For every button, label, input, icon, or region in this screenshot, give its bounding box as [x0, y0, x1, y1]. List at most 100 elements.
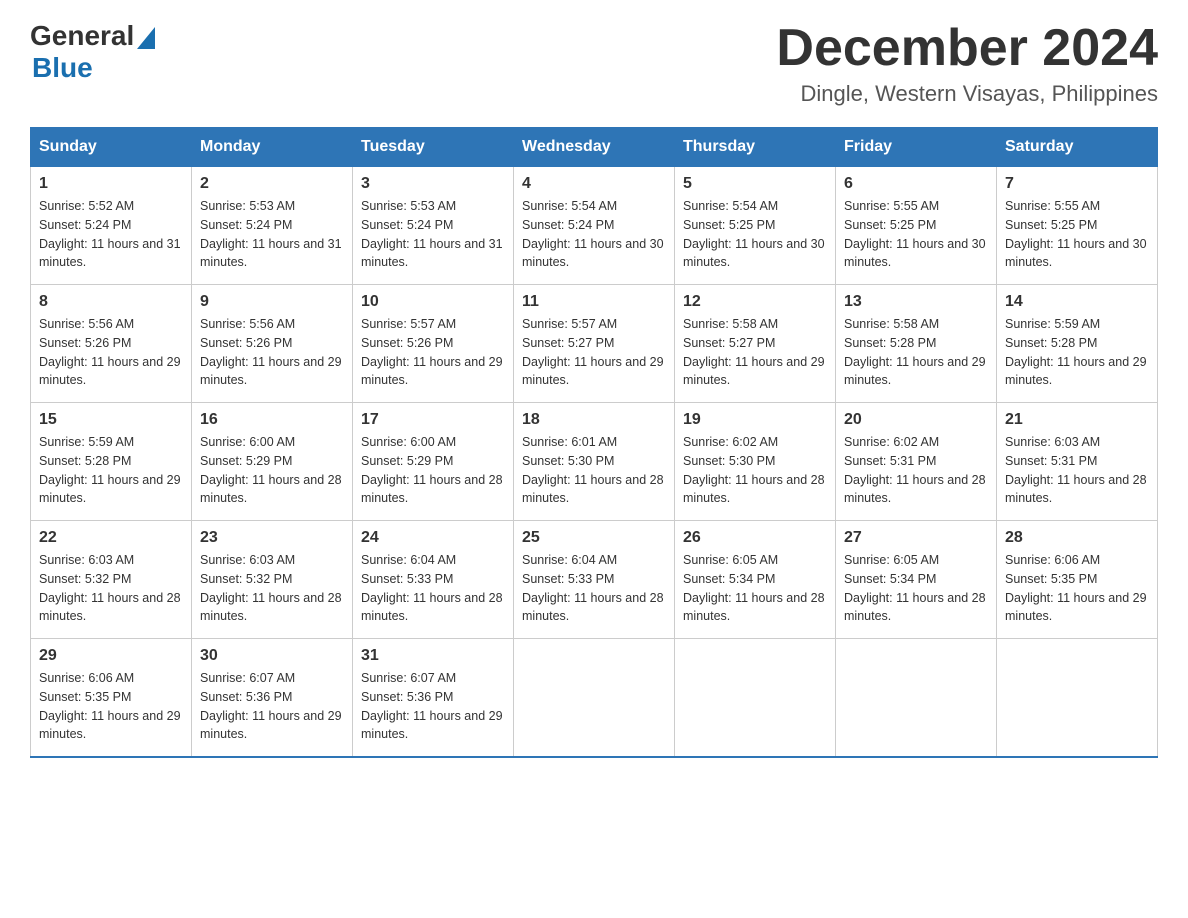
- day-info: Sunrise: 6:07 AMSunset: 5:36 PMDaylight:…: [361, 671, 503, 741]
- day-info: Sunrise: 6:07 AMSunset: 5:36 PMDaylight:…: [200, 671, 342, 741]
- calendar-cell: [514, 639, 675, 758]
- calendar-cell: 2 Sunrise: 5:53 AMSunset: 5:24 PMDayligh…: [192, 167, 353, 285]
- day-number: 1: [39, 175, 183, 193]
- day-number: 13: [844, 293, 988, 311]
- calendar-cell: 5 Sunrise: 5:54 AMSunset: 5:25 PMDayligh…: [675, 167, 836, 285]
- calendar-header-sunday: Sunday: [31, 128, 192, 167]
- day-number: 30: [200, 647, 344, 665]
- logo-blue-text: Blue: [32, 52, 93, 84]
- day-number: 11: [522, 293, 666, 311]
- calendar-cell: 1 Sunrise: 5:52 AMSunset: 5:24 PMDayligh…: [31, 167, 192, 285]
- day-number: 6: [844, 175, 988, 193]
- calendar-cell: 14 Sunrise: 5:59 AMSunset: 5:28 PMDaylig…: [997, 285, 1158, 403]
- day-number: 24: [361, 529, 505, 547]
- day-info: Sunrise: 5:59 AMSunset: 5:28 PMDaylight:…: [1005, 317, 1147, 387]
- day-info: Sunrise: 6:02 AMSunset: 5:30 PMDaylight:…: [683, 435, 825, 505]
- day-info: Sunrise: 5:59 AMSunset: 5:28 PMDaylight:…: [39, 435, 181, 505]
- calendar-cell: 4 Sunrise: 5:54 AMSunset: 5:24 PMDayligh…: [514, 167, 675, 285]
- day-number: 25: [522, 529, 666, 547]
- day-info: Sunrise: 6:00 AMSunset: 5:29 PMDaylight:…: [200, 435, 342, 505]
- calendar-cell: 16 Sunrise: 6:00 AMSunset: 5:29 PMDaylig…: [192, 403, 353, 521]
- calendar-cell: 21 Sunrise: 6:03 AMSunset: 5:31 PMDaylig…: [997, 403, 1158, 521]
- day-number: 29: [39, 647, 183, 665]
- calendar-cell: 27 Sunrise: 6:05 AMSunset: 5:34 PMDaylig…: [836, 521, 997, 639]
- day-info: Sunrise: 5:56 AMSunset: 5:26 PMDaylight:…: [200, 317, 342, 387]
- calendar-cell: 8 Sunrise: 5:56 AMSunset: 5:26 PMDayligh…: [31, 285, 192, 403]
- day-info: Sunrise: 5:54 AMSunset: 5:25 PMDaylight:…: [683, 199, 825, 269]
- day-number: 27: [844, 529, 988, 547]
- calendar-cell: 24 Sunrise: 6:04 AMSunset: 5:33 PMDaylig…: [353, 521, 514, 639]
- day-number: 16: [200, 411, 344, 429]
- calendar-cell: 28 Sunrise: 6:06 AMSunset: 5:35 PMDaylig…: [997, 521, 1158, 639]
- calendar-cell: 9 Sunrise: 5:56 AMSunset: 5:26 PMDayligh…: [192, 285, 353, 403]
- day-number: 22: [39, 529, 183, 547]
- day-info: Sunrise: 6:05 AMSunset: 5:34 PMDaylight:…: [683, 553, 825, 623]
- calendar-header-thursday: Thursday: [675, 128, 836, 167]
- day-info: Sunrise: 5:52 AMSunset: 5:24 PMDaylight:…: [39, 199, 181, 269]
- calendar-table: SundayMondayTuesdayWednesdayThursdayFrid…: [30, 127, 1158, 758]
- calendar-cell: 29 Sunrise: 6:06 AMSunset: 5:35 PMDaylig…: [31, 639, 192, 758]
- day-number: 4: [522, 175, 666, 193]
- calendar-cell: 26 Sunrise: 6:05 AMSunset: 5:34 PMDaylig…: [675, 521, 836, 639]
- title-section: December 2024 Dingle, Western Visayas, P…: [776, 20, 1158, 107]
- day-info: Sunrise: 6:04 AMSunset: 5:33 PMDaylight:…: [522, 553, 664, 623]
- day-info: Sunrise: 5:58 AMSunset: 5:28 PMDaylight:…: [844, 317, 986, 387]
- calendar-cell: 12 Sunrise: 5:58 AMSunset: 5:27 PMDaylig…: [675, 285, 836, 403]
- calendar-cell: 15 Sunrise: 5:59 AMSunset: 5:28 PMDaylig…: [31, 403, 192, 521]
- day-number: 12: [683, 293, 827, 311]
- day-number: 8: [39, 293, 183, 311]
- day-number: 18: [522, 411, 666, 429]
- day-number: 23: [200, 529, 344, 547]
- calendar-week-row: 1 Sunrise: 5:52 AMSunset: 5:24 PMDayligh…: [31, 167, 1158, 285]
- calendar-cell: [675, 639, 836, 758]
- calendar-header-wednesday: Wednesday: [514, 128, 675, 167]
- day-number: 9: [200, 293, 344, 311]
- calendar-cell: 7 Sunrise: 5:55 AMSunset: 5:25 PMDayligh…: [997, 167, 1158, 285]
- location-subtitle: Dingle, Western Visayas, Philippines: [776, 81, 1158, 107]
- calendar-cell: 31 Sunrise: 6:07 AMSunset: 5:36 PMDaylig…: [353, 639, 514, 758]
- calendar-cell: 19 Sunrise: 6:02 AMSunset: 5:30 PMDaylig…: [675, 403, 836, 521]
- day-info: Sunrise: 5:56 AMSunset: 5:26 PMDaylight:…: [39, 317, 181, 387]
- day-info: Sunrise: 5:58 AMSunset: 5:27 PMDaylight:…: [683, 317, 825, 387]
- calendar-cell: 20 Sunrise: 6:02 AMSunset: 5:31 PMDaylig…: [836, 403, 997, 521]
- calendar-cell: 18 Sunrise: 6:01 AMSunset: 5:30 PMDaylig…: [514, 403, 675, 521]
- calendar-week-row: 29 Sunrise: 6:06 AMSunset: 5:35 PMDaylig…: [31, 639, 1158, 758]
- day-number: 2: [200, 175, 344, 193]
- day-number: 20: [844, 411, 988, 429]
- day-number: 28: [1005, 529, 1149, 547]
- day-info: Sunrise: 5:55 AMSunset: 5:25 PMDaylight:…: [844, 199, 986, 269]
- calendar-cell: 11 Sunrise: 5:57 AMSunset: 5:27 PMDaylig…: [514, 285, 675, 403]
- day-info: Sunrise: 6:05 AMSunset: 5:34 PMDaylight:…: [844, 553, 986, 623]
- calendar-cell: 6 Sunrise: 5:55 AMSunset: 5:25 PMDayligh…: [836, 167, 997, 285]
- calendar-header-saturday: Saturday: [997, 128, 1158, 167]
- day-number: 15: [39, 411, 183, 429]
- page-header: General Blue December 2024 Dingle, Weste…: [30, 20, 1158, 107]
- day-info: Sunrise: 6:04 AMSunset: 5:33 PMDaylight:…: [361, 553, 503, 623]
- calendar-cell: 17 Sunrise: 6:00 AMSunset: 5:29 PMDaylig…: [353, 403, 514, 521]
- day-info: Sunrise: 6:01 AMSunset: 5:30 PMDaylight:…: [522, 435, 664, 505]
- day-info: Sunrise: 6:03 AMSunset: 5:32 PMDaylight:…: [200, 553, 342, 623]
- logo-triangle-icon: [137, 27, 155, 49]
- day-info: Sunrise: 6:06 AMSunset: 5:35 PMDaylight:…: [1005, 553, 1147, 623]
- calendar-cell: 10 Sunrise: 5:57 AMSunset: 5:26 PMDaylig…: [353, 285, 514, 403]
- day-number: 19: [683, 411, 827, 429]
- day-info: Sunrise: 5:57 AMSunset: 5:27 PMDaylight:…: [522, 317, 664, 387]
- day-info: Sunrise: 6:03 AMSunset: 5:31 PMDaylight:…: [1005, 435, 1147, 505]
- day-info: Sunrise: 5:54 AMSunset: 5:24 PMDaylight:…: [522, 199, 664, 269]
- day-info: Sunrise: 6:02 AMSunset: 5:31 PMDaylight:…: [844, 435, 986, 505]
- logo: General Blue: [30, 20, 155, 84]
- day-number: 3: [361, 175, 505, 193]
- day-info: Sunrise: 6:06 AMSunset: 5:35 PMDaylight:…: [39, 671, 181, 741]
- calendar-header-friday: Friday: [836, 128, 997, 167]
- calendar-cell: 30 Sunrise: 6:07 AMSunset: 5:36 PMDaylig…: [192, 639, 353, 758]
- calendar-cell: [997, 639, 1158, 758]
- calendar-cell: 22 Sunrise: 6:03 AMSunset: 5:32 PMDaylig…: [31, 521, 192, 639]
- calendar-cell: 3 Sunrise: 5:53 AMSunset: 5:24 PMDayligh…: [353, 167, 514, 285]
- calendar-week-row: 22 Sunrise: 6:03 AMSunset: 5:32 PMDaylig…: [31, 521, 1158, 639]
- day-number: 7: [1005, 175, 1149, 193]
- day-info: Sunrise: 6:03 AMSunset: 5:32 PMDaylight:…: [39, 553, 181, 623]
- calendar-cell: 13 Sunrise: 5:58 AMSunset: 5:28 PMDaylig…: [836, 285, 997, 403]
- day-number: 10: [361, 293, 505, 311]
- calendar-week-row: 8 Sunrise: 5:56 AMSunset: 5:26 PMDayligh…: [31, 285, 1158, 403]
- calendar-header-row: SundayMondayTuesdayWednesdayThursdayFrid…: [31, 128, 1158, 167]
